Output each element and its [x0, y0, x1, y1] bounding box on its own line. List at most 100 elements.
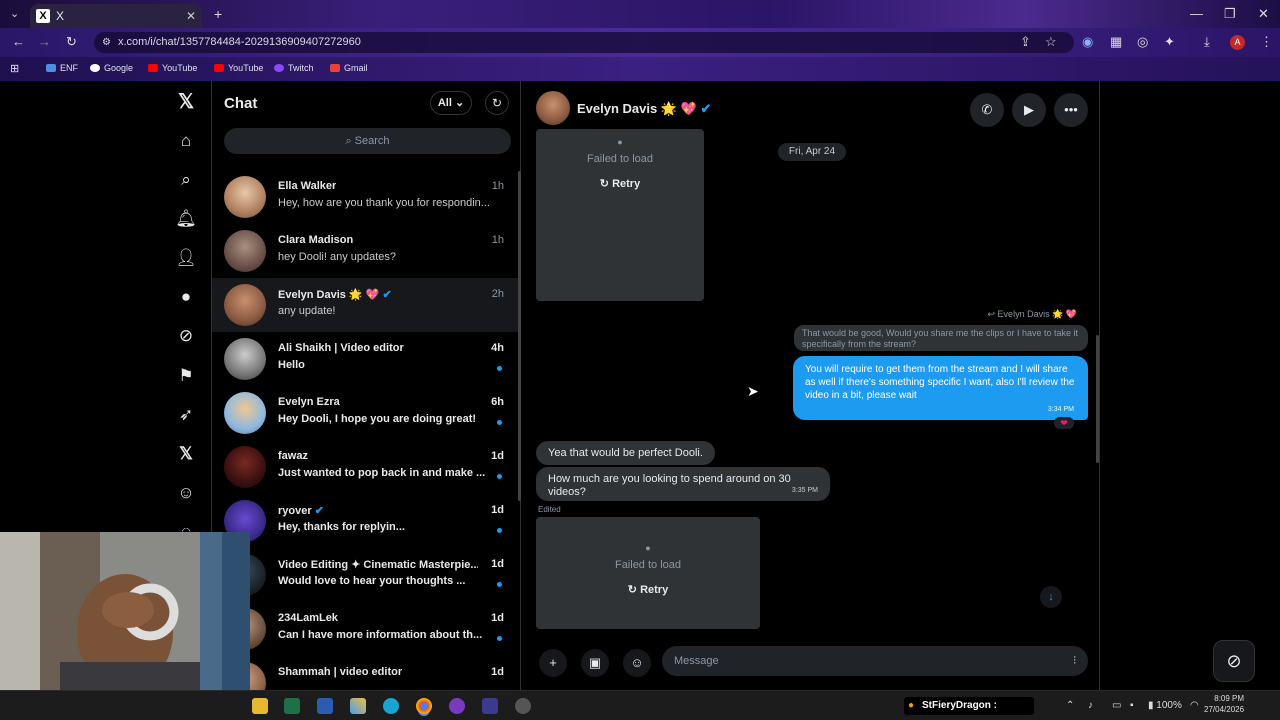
their-message-bubble[interactable]: How much are you looking to spend around…: [536, 467, 830, 501]
extensions-puzzle-icon[interactable]: ✦: [1164, 34, 1175, 50]
voice-call-button[interactable]: ✆: [970, 93, 1004, 127]
my-message-time: 3:34 PM: [1047, 406, 1074, 413]
extension-icon[interactable]: ◉: [1082, 34, 1093, 50]
bookmark-youtube-2[interactable]: YouTube: [214, 63, 263, 73]
message-input[interactable]: Message ⫶: [662, 646, 1088, 676]
contact-avatar[interactable]: [536, 91, 570, 125]
excel-icon[interactable]: [284, 698, 300, 714]
bookmark-gmail[interactable]: Gmail: [330, 63, 368, 73]
back-icon[interactable]: ←: [12, 34, 25, 49]
conversation-item-active[interactable]: Evelyn Davis 🌟 💖 ✔ any update! 2h: [212, 278, 520, 332]
display-icon[interactable]: ▭: [1112, 700, 1121, 711]
forward-icon[interactable]: →: [38, 34, 51, 49]
voice-record-icon[interactable]: ⫶: [1073, 646, 1076, 676]
chat-bubble-icon[interactable]: ●: [175, 286, 197, 308]
browser-tab[interactable]: X X ✕: [30, 4, 202, 28]
tray-app-icon[interactable]: ▪: [1130, 700, 1134, 711]
conversation-item[interactable]: Ali Shaikh | Video editor Hello 4h: [212, 332, 520, 386]
browser-menu-icon[interactable]: ⋮: [1260, 34, 1273, 50]
install-app-icon[interactable]: ⇪: [1020, 34, 1031, 50]
app-icon[interactable]: [317, 698, 333, 714]
bookmark-google[interactable]: Google: [90, 63, 133, 73]
conversation-item[interactable]: Ella Walker Hey, how are you thank you f…: [212, 170, 520, 224]
reload-icon[interactable]: ↻: [66, 34, 77, 50]
attach-button[interactable]: +: [539, 649, 567, 677]
bookmark-star-icon[interactable]: ☆: [1045, 34, 1057, 50]
retry-button[interactable]: ↻ Retry: [536, 177, 704, 190]
conversation-item[interactable]: Evelyn Ezra Hey Dooli, I hope you are do…: [212, 386, 520, 440]
my-message-bubble[interactable]: You will require to get them from the st…: [793, 356, 1088, 420]
wifi-icon[interactable]: ◠: [1190, 700, 1199, 711]
emoji-button[interactable]: ☺: [623, 649, 651, 677]
stream-status[interactable]: ● StFieryDragon :: [904, 697, 1034, 715]
premium-x-icon[interactable]: 𝕏: [175, 443, 197, 465]
grok-floating-button[interactable]: ⊘: [1213, 640, 1255, 682]
tab-list-icon[interactable]: ⌄: [10, 7, 19, 20]
edge-icon[interactable]: [383, 698, 399, 714]
filter-dropdown[interactable]: All ⌄: [430, 91, 472, 115]
bookmark-enf[interactable]: ENF: [46, 63, 78, 73]
window-close-icon[interactable]: ✕: [1258, 6, 1269, 22]
site-info-icon[interactable]: ⚙: [102, 32, 111, 53]
conversation-item[interactable]: Clara Madison hey Dooli! any updates? 1h: [212, 224, 520, 278]
app-icon[interactable]: [515, 698, 531, 714]
conversation-item[interactable]: ryover ✔ Hey, thanks for replyin... 1d: [212, 494, 520, 548]
notifications-bell-icon[interactable]: 🔔︎: [175, 208, 197, 230]
contact-name[interactable]: Evelyn Davis 🌟 💖 ✔: [577, 101, 711, 117]
app-icon[interactable]: [482, 698, 498, 714]
new-chat-button[interactable]: ↻: [485, 91, 509, 115]
quoted-message[interactable]: That would be good, Would you share me t…: [794, 325, 1088, 351]
app-icon[interactable]: [350, 698, 366, 714]
file-explorer-icon[interactable]: [252, 698, 268, 714]
app-icon[interactable]: [449, 698, 465, 714]
battery-icon[interactable]: ▮ 100%: [1148, 700, 1182, 711]
tab-close-icon[interactable]: ✕: [186, 9, 196, 23]
video-call-button[interactable]: ▶: [1012, 93, 1046, 127]
explore-search-icon[interactable]: ⌕: [175, 169, 197, 191]
conversation-item[interactable]: Shammah | video editor 1d: [212, 656, 520, 690]
mic-icon[interactable]: ♪: [1088, 700, 1093, 711]
follow-person-add-icon[interactable]: 👤︎: [175, 247, 197, 269]
extension-grid-icon[interactable]: ▦: [1110, 34, 1122, 50]
chrome-icon[interactable]: [416, 698, 432, 714]
tray-chevron-icon[interactable]: ⌃: [1066, 700, 1074, 711]
download-icon[interactable]: ⤓: [1204, 34, 1210, 50]
bookmarks-icon[interactable]: ⚑: [175, 365, 197, 387]
x-logo-icon[interactable]: 𝕏: [175, 91, 197, 113]
gif-button[interactable]: ▣: [581, 649, 609, 677]
url-field[interactable]: ⚙ x.com/i/chat/1357784484-20291369094072…: [94, 32, 1074, 53]
chat-list-scrollbar[interactable]: [518, 171, 521, 501]
clock[interactable]: 8:09 PM 27/04/2026: [1204, 693, 1244, 715]
bookmark-twitch[interactable]: Twitch: [274, 63, 314, 73]
conversation-item[interactable]: fawaz Just wanted to pop back in and mak…: [212, 440, 520, 494]
search-input[interactable]: ⌕ Search: [224, 128, 511, 154]
bookmark-youtube-1[interactable]: YouTube: [148, 63, 197, 73]
minimize-icon[interactable]: —: [1190, 6, 1203, 21]
conversation-item[interactable]: 234LamLek Can I have more information ab…: [212, 602, 520, 656]
conversation-time: 1h: [491, 234, 504, 246]
retry-button[interactable]: ↻ Retry: [536, 583, 760, 596]
conversation-scrollbar[interactable]: [1096, 335, 1099, 463]
grok-icon[interactable]: ⊘: [175, 325, 197, 347]
conversation-name: 234LamLek: [278, 612, 338, 624]
profile-icon[interactable]: ☺: [175, 482, 197, 504]
extension-circle-icon[interactable]: ◎: [1137, 34, 1148, 50]
their-message-bubble[interactable]: Yea that would be perfect Dooli.: [536, 441, 715, 465]
scroll-to-bottom-button[interactable]: ↓: [1040, 586, 1062, 608]
rocket-icon[interactable]: ➶: [175, 404, 197, 426]
heart-reaction-icon[interactable]: ❤: [1054, 417, 1074, 429]
maximize-icon[interactable]: ❐: [1224, 6, 1236, 22]
apps-grid-icon[interactable]: ⊞: [10, 62, 19, 75]
conversation-name: Clara Madison: [278, 234, 354, 246]
clock-time: 8:09 PM: [1214, 694, 1245, 703]
conversation-time: 1d: [491, 612, 504, 624]
profile-avatar[interactable]: A: [1230, 35, 1245, 50]
verified-badge-icon: ✔: [382, 289, 392, 301]
conversation-item[interactable]: Video Editing ✦ Cinematic Masterpie... W…: [212, 548, 520, 602]
browser-tab-bar: ⌄ X X ✕ + — ❐ ✕: [0, 0, 1280, 28]
new-tab-icon[interactable]: +: [214, 6, 222, 22]
their-message-time: 3:35 PM: [791, 487, 818, 494]
info-icon: ●: [617, 137, 623, 147]
more-options-button[interactable]: •••: [1054, 93, 1088, 127]
home-icon[interactable]: ⌂: [175, 130, 197, 152]
